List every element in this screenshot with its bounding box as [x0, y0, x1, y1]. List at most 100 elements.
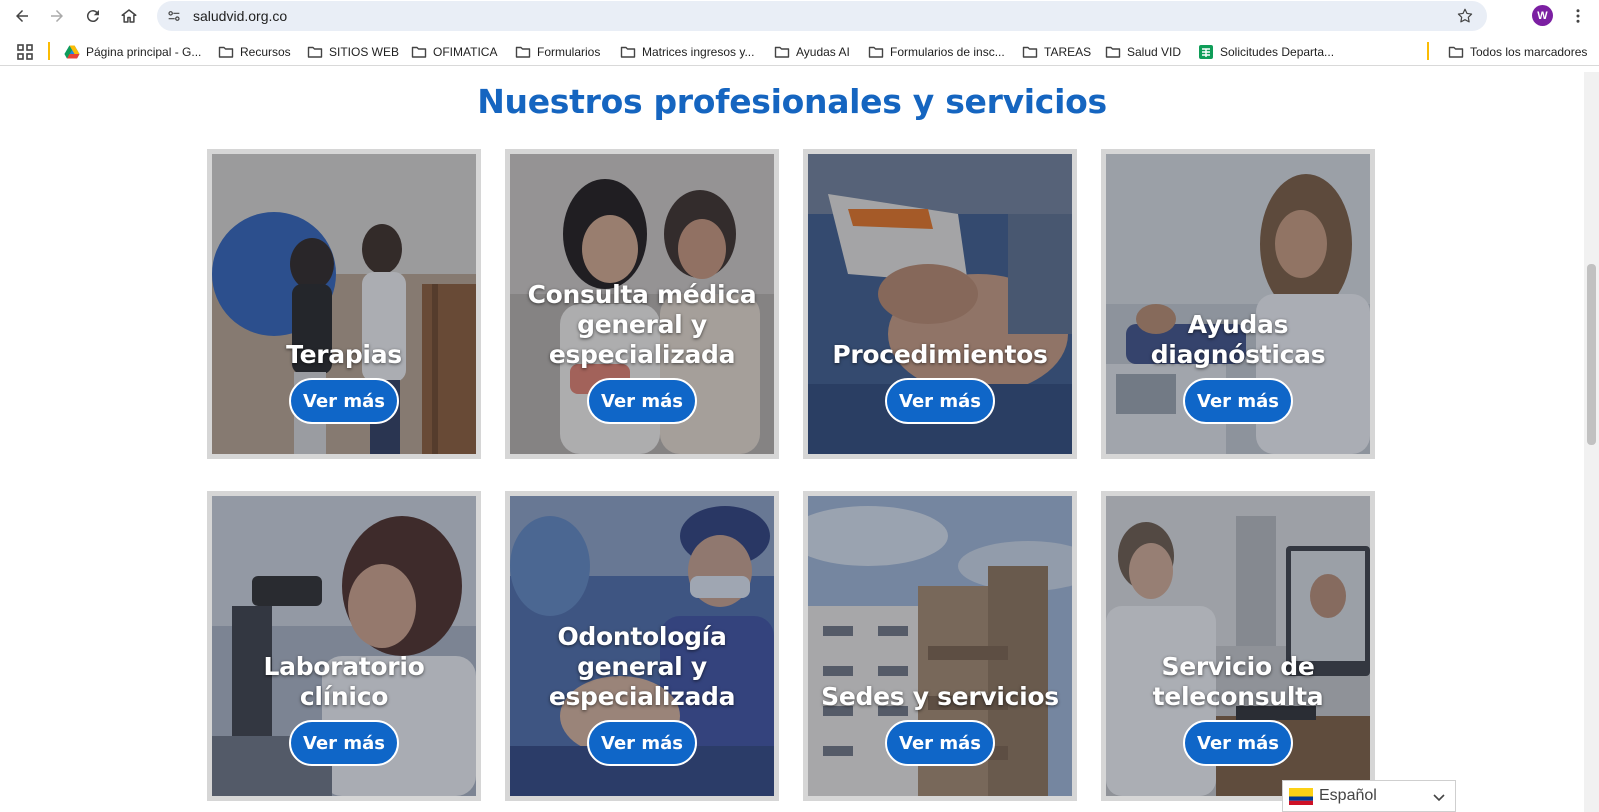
forward-button[interactable] [44, 3, 70, 29]
bookmark-folder[interactable]: Formularios [515, 42, 600, 62]
colombia-flag-icon [1289, 788, 1313, 805]
google-drive-icon [64, 45, 80, 59]
card-content: Servicio de teleconsulta Ver más [1106, 652, 1370, 766]
bookmark-label: Recursos [240, 45, 291, 59]
bookmark-label: OFIMATICA [433, 45, 498, 59]
bookmark-separator [48, 42, 50, 60]
card-photo: Laboratorio clínico Ver más [212, 496, 476, 796]
card-content: Consulta médica general y especializada … [510, 280, 774, 424]
page-title: Nuestros profesionales y servicios [477, 82, 1107, 121]
site-info-icon[interactable] [165, 7, 183, 25]
bookmark-label: Formularios de insc... [890, 45, 1005, 59]
card-content: Ayudas diagnósticas Ver más [1106, 310, 1370, 424]
bookmark-folder[interactable]: Salud VID [1105, 42, 1181, 62]
ver-mas-button[interactable]: Ver más [587, 378, 697, 424]
service-card-laboratorio[interactable]: Laboratorio clínico Ver más [207, 491, 481, 801]
service-card-consulta-medica[interactable]: Consulta médica general y especializada … [505, 149, 779, 459]
card-content: Sedes y servicios Ver más [808, 682, 1072, 766]
card-title: Procedimientos [832, 340, 1048, 369]
card-title: Odontología general y especializada [548, 622, 736, 711]
url-text: saludvid.org.co [193, 8, 288, 24]
bookmark-label: Todos los marcadores [1470, 45, 1588, 59]
bookmark-folder[interactable]: Recursos [218, 42, 291, 62]
card-title: Sedes y servicios [821, 682, 1059, 711]
folder-icon [218, 46, 234, 58]
bookmark-folder[interactable]: Matrices ingresos y... [620, 42, 754, 62]
bookmark-folder[interactable]: Ayudas AI [774, 42, 850, 62]
service-card-ayudas-diagnosticas[interactable]: Ayudas diagnósticas Ver más [1101, 149, 1375, 459]
google-sheets-icon [1199, 45, 1213, 59]
card-title: Servicio de teleconsulta [1152, 652, 1324, 711]
bookmark-label: Ayudas AI [796, 45, 850, 59]
more-menu-icon[interactable] [1568, 5, 1588, 27]
reload-button[interactable] [80, 3, 106, 29]
card-photo: Odontología general y especializada Ver … [510, 496, 774, 796]
bookmark-label: Formularios [537, 45, 601, 59]
folder-icon [515, 46, 531, 58]
service-card-sedes[interactable]: Sedes y servicios Ver más [803, 491, 1077, 801]
all-bookmarks-folder[interactable]: Todos los marcadores [1448, 42, 1587, 62]
card-content: Procedimientos Ver más [808, 340, 1072, 424]
reload-icon [86, 10, 99, 23]
ver-mas-button[interactable]: Ver más [289, 378, 399, 424]
bookmark-folder[interactable]: SITIOS WEB [307, 42, 399, 62]
folder-icon [1022, 46, 1038, 58]
card-title: Laboratorio clínico [263, 652, 425, 711]
bookmarks-bar: Página principal - G... Recursos SITIOS … [0, 38, 1599, 66]
bookmark-label: Matrices ingresos y... [642, 45, 755, 59]
folder-icon [868, 46, 884, 58]
folder-icon [411, 46, 427, 58]
profile-avatar[interactable]: W [1532, 5, 1553, 26]
folder-icon [1105, 46, 1121, 58]
bookmark-folder[interactable]: TAREAS [1022, 42, 1091, 62]
scrollbar-thumb[interactable] [1587, 264, 1596, 445]
card-photo: Sedes y servicios Ver más [808, 496, 1072, 796]
card-photo: Consulta médica general y especializada … [510, 154, 774, 454]
card-content: Laboratorio clínico Ver más [212, 652, 476, 766]
bookmark-label: SITIOS WEB [329, 45, 400, 59]
language-selector[interactable]: Español [1282, 780, 1456, 812]
card-title: Ayudas diagnósticas [1150, 310, 1326, 369]
card-photo: Ayudas diagnósticas Ver más [1106, 154, 1370, 454]
bookmark-separator [1427, 42, 1429, 60]
ver-mas-button[interactable]: Ver más [1183, 720, 1293, 766]
service-card-terapias[interactable]: Terapias Ver más [207, 149, 481, 459]
apps-grid-icon[interactable] [17, 44, 33, 60]
card-content: Odontología general y especializada Ver … [510, 622, 774, 766]
service-card-procedimientos[interactable]: Procedimientos Ver más [803, 149, 1077, 459]
bookmark-folder[interactable]: OFIMATICA [411, 42, 497, 62]
service-card-teleconsulta[interactable]: Servicio de teleconsulta Ver más [1101, 491, 1375, 801]
ver-mas-button[interactable]: Ver más [885, 378, 995, 424]
card-photo: Terapias Ver más [212, 154, 476, 454]
page-scrollbar[interactable] [1584, 72, 1599, 812]
bookmark-item[interactable]: Solicitudes Departa... [1198, 42, 1334, 62]
back-button[interactable] [9, 3, 35, 29]
card-content: Terapias Ver más [212, 340, 476, 424]
ver-mas-button[interactable]: Ver más [885, 720, 995, 766]
language-label: Español [1319, 787, 1377, 804]
bookmark-item[interactable]: Página principal - G... [64, 42, 201, 62]
bookmark-folder[interactable]: Formularios de insc... [868, 42, 1005, 62]
card-title: Consulta médica general y especializada [527, 280, 757, 369]
card-title: Terapias [286, 340, 402, 369]
home-button[interactable] [116, 3, 142, 29]
card-photo: Procedimientos Ver más [808, 154, 1072, 454]
card-photo: Servicio de teleconsulta Ver más [1106, 496, 1370, 796]
ver-mas-button[interactable]: Ver más [587, 720, 697, 766]
bookmark-label: TAREAS [1044, 45, 1092, 59]
page-content: Nuestros profesionales y servicios Terap… [0, 72, 1584, 812]
home-icon [121, 9, 137, 23]
folder-icon [307, 46, 323, 58]
address-bar[interactable]: saludvid.org.co [157, 1, 1487, 31]
ver-mas-button[interactable]: Ver más [289, 720, 399, 766]
arrow-right-icon [51, 10, 63, 22]
folder-icon [620, 46, 636, 58]
folder-icon [1448, 46, 1464, 58]
ver-mas-button[interactable]: Ver más [1183, 378, 1293, 424]
bookmark-label: Página principal - G... [86, 45, 202, 59]
arrow-left-icon [16, 10, 28, 22]
service-card-odontologia[interactable]: Odontología general y especializada Ver … [505, 491, 779, 801]
bookmark-star-icon[interactable] [1455, 6, 1475, 26]
chevron-down-icon [1433, 794, 1445, 802]
bookmark-label: Solicitudes Departa... [1220, 45, 1335, 59]
